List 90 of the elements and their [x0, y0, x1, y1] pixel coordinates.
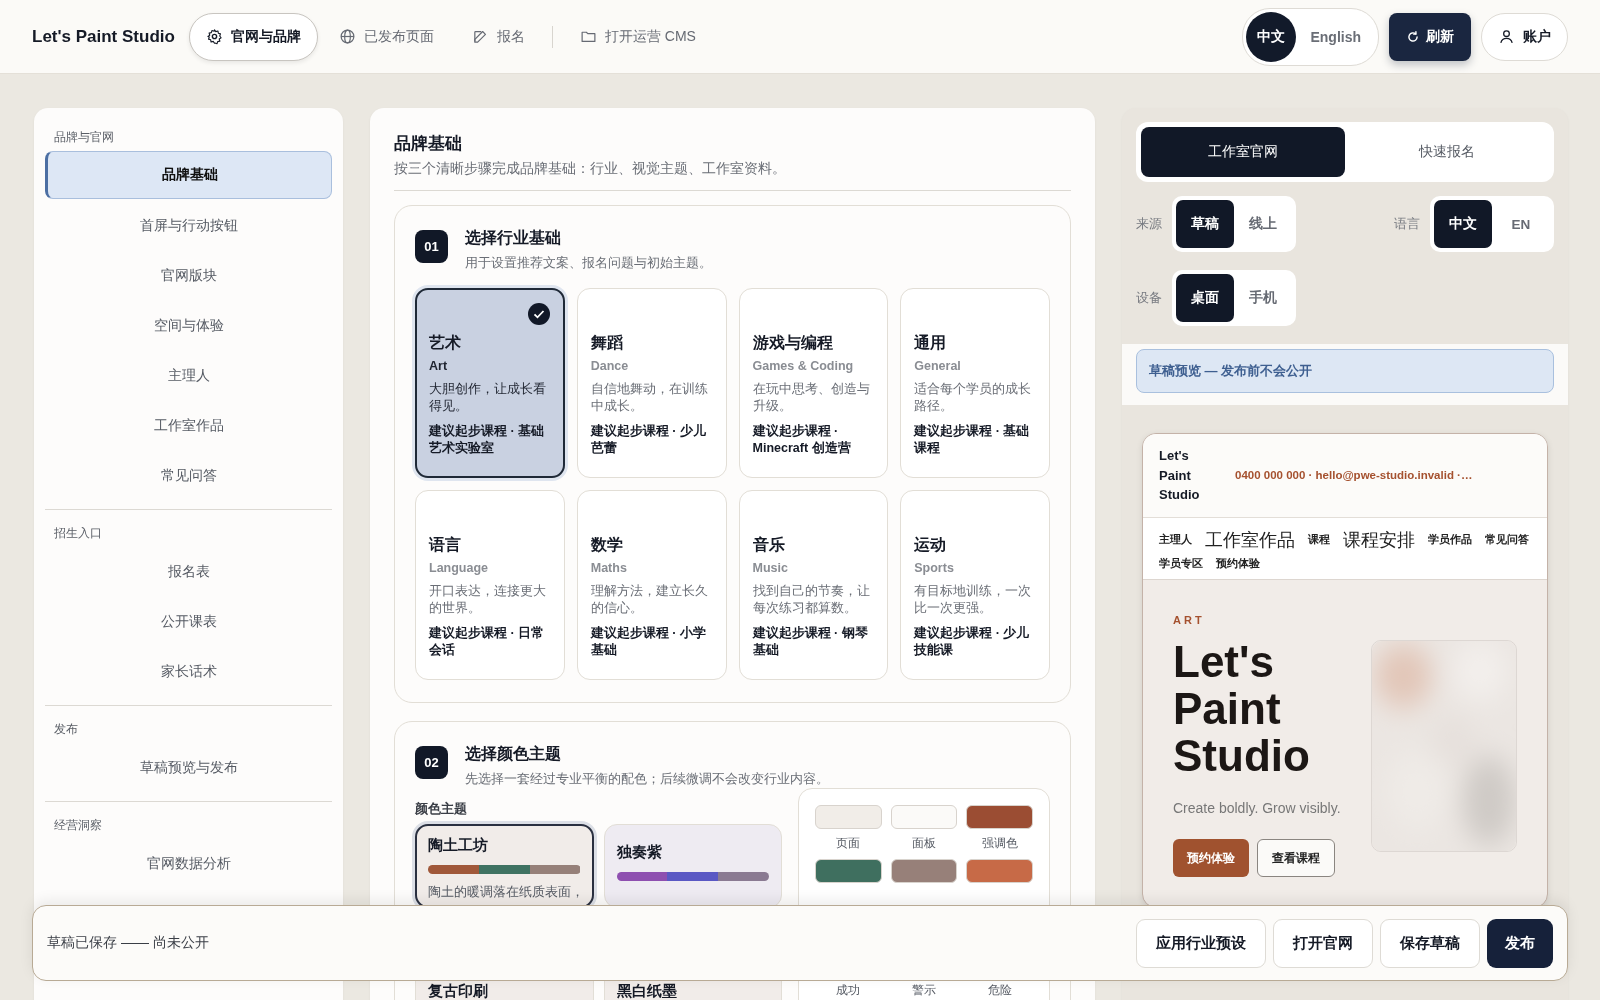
theme-card[interactable]: 陶土工坊 陶土的暖调落在纸质表面， — [415, 824, 594, 908]
site-nav-link[interactable]: 学员专区 — [1159, 555, 1203, 571]
action-button[interactable]: 发布 — [1487, 918, 1553, 968]
action-button[interactable]: 打开官网 — [1273, 918, 1373, 968]
hero-tagline: Create boldly. Grow visibly. — [1173, 798, 1342, 818]
segment-option[interactable]: 中文 — [1434, 200, 1492, 248]
sidebar-item[interactable]: 家长话术 — [45, 647, 332, 697]
refresh-button[interactable]: 刷新 — [1389, 12, 1471, 61]
sidebar-item[interactable]: 公开课表 — [45, 597, 332, 647]
field-label: 颜色主题 — [415, 800, 468, 818]
industry-card[interactable]: 语言 Language 开口表达，连接更大的世界。 建议起步课程 · 日常会话 — [415, 490, 565, 680]
section-heading: 招生入口 — [53, 526, 103, 541]
sidebar-item[interactable]: 草稿预览与发布 — [45, 743, 332, 793]
action-button[interactable]: 保存草稿 — [1380, 918, 1480, 968]
action-button[interactable]: 应用行业预设 — [1136, 918, 1266, 968]
control-label: 设备 — [1136, 289, 1162, 307]
sidebar-item[interactable]: 首屏与行动按钮 — [45, 201, 332, 251]
site-nav-link[interactable]: 常见问答 — [1485, 532, 1529, 547]
account-button[interactable]: 账户 — [1481, 12, 1568, 61]
step-title: 选择行业基础 — [465, 228, 562, 248]
save-status: 草稿已保存 —— 尚未公开 — [47, 934, 209, 952]
site-brand: Let's Paint Studio — [1159, 447, 1201, 504]
control-label: 来源 — [1136, 215, 1162, 233]
edit-icon — [471, 28, 489, 45]
swatch-label: 危险 — [987, 983, 1012, 998]
industry-card[interactable]: 数学 Maths 理解方法，建立长久的信心。 建议起步课程 · 小学基础 — [576, 490, 727, 680]
sidebar-item[interactable]: 官网版块 — [45, 251, 332, 301]
step-number: 01 — [415, 230, 448, 263]
user-icon — [1498, 28, 1515, 45]
nav-tab[interactable]: 报名 — [454, 12, 542, 61]
section-heading: 经营洞察 — [53, 818, 103, 833]
language-option[interactable]: English — [1296, 11, 1375, 62]
swatch-label: 成功 — [836, 983, 861, 998]
site-nav-link[interactable]: 主理人 — [1159, 532, 1192, 547]
page-title: 品牌基础 — [394, 133, 463, 155]
nav-tab[interactable]: 已发布页面 — [321, 12, 451, 61]
sidebar-item[interactable]: 空间与体验 — [45, 301, 332, 351]
site-nav-link[interactable]: 课程 — [1308, 532, 1330, 547]
sidebar-item[interactable]: 常见问答 — [45, 451, 332, 501]
sidebar-item[interactable]: 品牌基础 — [45, 151, 332, 199]
industry-card[interactable]: 舞蹈 Dance 自信地舞动，在训练中成长。 建议起步课程 · 少儿芭蕾 — [576, 288, 727, 478]
theme-card[interactable]: 独奏紫 — [603, 824, 782, 908]
site-nav-link[interactable]: 预约体验 — [1216, 555, 1260, 571]
segment-option[interactable]: 线上 — [1234, 200, 1292, 248]
nav-tab[interactable]: 官网与品牌 — [188, 12, 318, 61]
mode-tab[interactable]: 工作室官网 — [1141, 127, 1345, 177]
industry-card[interactable]: 艺术 Art 大胆创作，让成长看得见。 建议起步课程 · 基础艺术实验室 — [415, 288, 565, 478]
draft-notice: 草稿预览 — 发布前不会公开 — [1136, 349, 1554, 393]
app-brand: Let's Paint Studio — [32, 26, 175, 47]
refresh-icon — [1406, 29, 1420, 44]
industry-card[interactable]: 运动 Sports 有目标地训练，一次比一次更强。 建议起步课程 · 少儿技能课 — [900, 490, 1050, 680]
site-contact: 0400 000 000 · hello@pwe-studio.invalid ·… — [1235, 469, 1473, 482]
site-nav-link[interactable]: 工作室作品 — [1205, 527, 1295, 552]
swatch-label: 面板 — [912, 836, 936, 851]
site-nav-link[interactable]: 学员作品 — [1428, 532, 1472, 547]
step-subtitle: 先选择一套经过专业平衡的配色；后续微调不会改变行业内容。 — [465, 770, 829, 788]
sidebar-item[interactable]: 主理人 — [45, 351, 332, 401]
site-nav-link[interactable]: 课程安排 — [1343, 527, 1415, 552]
hero-button[interactable]: 查看课程 — [1257, 839, 1335, 878]
mode-tab[interactable]: 快速报名 — [1345, 127, 1549, 177]
language-option[interactable]: 中文 — [1246, 11, 1297, 62]
step-title: 选择颜色主题 — [465, 744, 562, 764]
industry-card[interactable]: 游戏与编程 Games & Coding 在玩中思考、创造与升级。 建议起步课程 · Minecraft 创造营 — [738, 288, 889, 478]
sidebar-item[interactable]: 工作室作品 — [45, 401, 332, 451]
globe-icon — [338, 28, 356, 45]
theme-card[interactable]: 复古印刷 — [415, 980, 594, 1000]
hero-eyebrow: ART — [1173, 613, 1206, 626]
swatch-label: 警示 — [912, 983, 936, 998]
check-icon — [527, 303, 550, 325]
section-heading: 发布 — [53, 722, 79, 737]
step-number: 02 — [415, 746, 448, 779]
step-subtitle: 用于设置推荐文案、报名问题与初始主题。 — [465, 254, 712, 272]
industry-card[interactable]: 音乐 Music 找到自己的节奏，让每次练习都算数。 建议起步课程 · 钢琴基础 — [738, 490, 889, 680]
segment-option[interactable]: 手机 — [1234, 274, 1292, 322]
hero-button[interactable]: 预约体验 — [1173, 839, 1249, 878]
segment-option[interactable]: 桌面 — [1176, 274, 1234, 322]
section-heading: 品牌与官网 — [53, 130, 115, 145]
sidebar-item[interactable]: 官网数据分析 — [45, 839, 332, 889]
nav-tab[interactable]: 打开运营 CMS — [562, 12, 713, 61]
segment-option[interactable]: EN — [1492, 200, 1550, 248]
industry-card[interactable]: 通用 General 适合每个学员的成长路径。 建议起步课程 · 基础课程 — [900, 288, 1050, 478]
sidebar-item[interactable]: 报名表 — [45, 547, 332, 597]
page-subtitle: 按三个清晰步骤完成品牌基础：行业、视觉主题、工作室资料。 — [394, 160, 787, 178]
segment-option[interactable]: 草稿 — [1176, 200, 1234, 248]
theme-card[interactable]: 黑白纸墨 — [603, 980, 782, 1000]
hero-headline: Let's Paint Studio — [1173, 637, 1311, 779]
control-label: 语言 — [1394, 215, 1420, 233]
swatch-label: 页面 — [836, 836, 861, 851]
swatch-label: 强调色 — [981, 836, 1018, 851]
settings-icon — [205, 28, 223, 45]
